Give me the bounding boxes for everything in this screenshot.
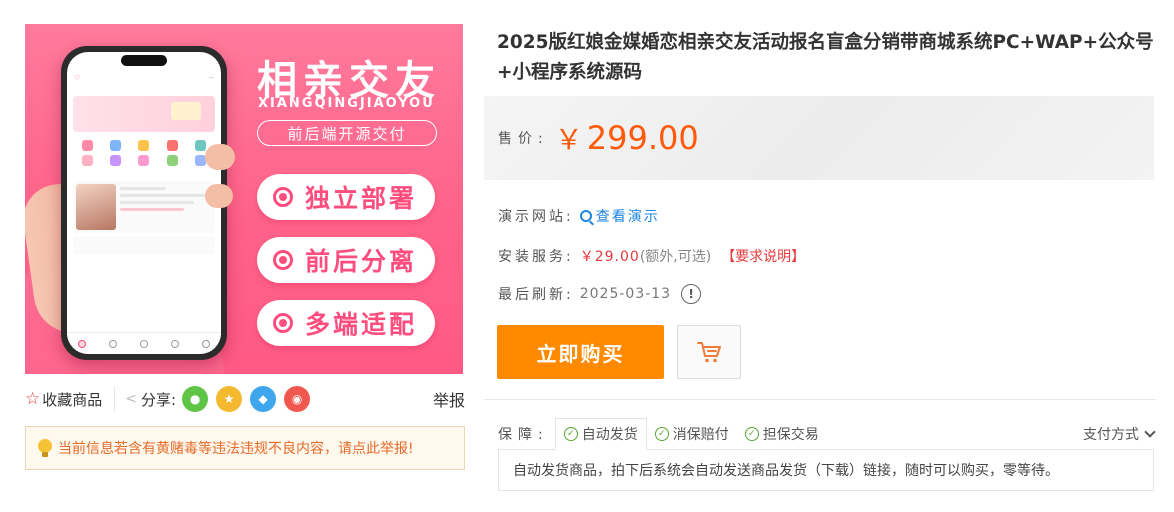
phone-logo-icon: ♡ [74, 74, 81, 82]
feature-label: 多端适配 [305, 310, 418, 339]
demo-link[interactable]: 查看演示 [579, 206, 660, 226]
lightbulb-icon [38, 439, 52, 457]
qzone-share-icon[interactable]: ★ [216, 386, 243, 412]
finger-graphic [205, 144, 235, 170]
radio-dot-icon [273, 250, 293, 270]
chevron-down-icon [1144, 426, 1156, 438]
install-label: 安装服务: [498, 249, 574, 265]
search-icon [579, 210, 592, 222]
phone-mockup: ♡ ⋯ [61, 46, 227, 360]
tab-label: 自动发货 [581, 427, 638, 443]
phone-more-icon: ⋯ [209, 75, 214, 81]
phone-banner [73, 96, 215, 132]
star-icon: ☆ [25, 388, 41, 409]
section-divider [484, 399, 1156, 400]
product-actions: ☆ 收藏商品 < 分享: ● ★ ◆ ◉ 举报 [25, 385, 465, 413]
phone-profile-card [73, 181, 215, 233]
promo-tag: 前后端开源交付 [257, 120, 437, 146]
phone-section-header [67, 170, 221, 178]
phone-notch [121, 55, 167, 66]
wechat-share-icon[interactable]: ● [182, 386, 209, 412]
share-group: < 分享: [125, 389, 176, 410]
add-to-cart-button[interactable] [677, 325, 741, 379]
refresh-row: 最后刷新: 2025-03-13 ! [498, 284, 702, 304]
price-label: 售价: [498, 131, 549, 147]
refresh-date: 2025-03-13 [579, 286, 672, 302]
check-circle-icon: ✓ [563, 427, 578, 441]
qq-share-icon[interactable]: ◆ [250, 386, 277, 412]
divider [114, 386, 116, 412]
feature-pill: 多端适配 [257, 300, 435, 346]
phone-tabs [67, 86, 221, 92]
tab-consumer-protection[interactable]: ✓ 消保赔付 [647, 418, 737, 450]
install-note: (额外,可选) [639, 249, 712, 265]
guarantee-bar: 保障: ✓ 自动发货 ✓ 消保赔付 ✓ 担保交易 支付方式 [498, 418, 1156, 450]
feature-label: 前后分离 [305, 247, 418, 276]
notice-text: 当前信息若含有黄赌毒等违法违规不良内容，请点此举报! [58, 441, 414, 457]
price-value: ￥ 299.00 [555, 118, 699, 158]
tab-label: 消保赔付 [672, 427, 729, 443]
demo-label: 演示网站: [498, 209, 574, 225]
price-box: 售价: ￥ 299.00 [484, 96, 1154, 180]
product-main-image: ♡ ⋯ 相亲交友 XIANGQINGJIAOYOU 前后端开源交付 独立部署 前… [25, 24, 463, 374]
install-requirements-link[interactable]: 【要求说明】 [721, 246, 805, 266]
product-title: 2025版红娘金媒婚恋相亲交友活动报名盲盒分销带商城系统PC+WAP+公众号+小… [497, 32, 1154, 83]
buy-now-button[interactable]: 立即购买 [497, 325, 664, 379]
demo-row: 演示网站: 查看演示 [498, 206, 660, 226]
favorite-label: 收藏商品 [42, 390, 103, 409]
favorite-button[interactable]: ☆ 收藏商品 [25, 389, 102, 410]
radio-dot-icon [273, 313, 293, 333]
phone-app-bar: ♡ ⋯ [67, 70, 221, 86]
report-notice[interactable]: 当前信息若含有黄赌毒等违法违规不良内容，请点此举报! [25, 426, 465, 470]
radio-dot-icon [273, 187, 293, 207]
phone-bottom-nav [67, 332, 221, 354]
finger-graphic [205, 184, 233, 208]
check-circle-icon: ✓ [654, 427, 669, 441]
guarantee-content: 自动发货商品，拍下后系统会自动发送商品发货（下载）链接，随时可以购买，零等待。 [498, 449, 1154, 491]
check-circle-icon: ✓ [744, 427, 759, 441]
report-link[interactable]: 举报 [433, 387, 465, 411]
install-row: 安装服务: ￥29.00 (额外,可选) 【要求说明】 [498, 246, 805, 266]
feature-pill: 独立部署 [257, 174, 435, 220]
tab-label: 担保交易 [762, 427, 819, 443]
currency-symbol: ￥ [554, 123, 583, 156]
share-label: 分享: [141, 390, 177, 409]
feature-label: 独立部署 [305, 184, 418, 213]
phone-icon-grid [67, 136, 221, 170]
payment-method-dropdown[interactable]: 支付方式 [1083, 418, 1156, 450]
tab-auto-delivery[interactable]: ✓ 自动发货 [554, 418, 647, 450]
cart-icon [697, 342, 721, 363]
phone-screen: ♡ ⋯ [67, 52, 221, 354]
demo-link-text: 查看演示 [595, 209, 660, 225]
feature-pill: 前后分离 [257, 237, 435, 283]
refresh-label: 最后刷新: [498, 287, 574, 303]
phone-profile-card-2 [73, 236, 215, 254]
weibo-share-icon[interactable]: ◉ [284, 386, 311, 412]
payment-method-label: 支付方式 [1083, 427, 1139, 443]
tab-escrow-trade[interactable]: ✓ 担保交易 [737, 418, 827, 450]
install-price: ￥29.00 [579, 249, 640, 265]
share-icon: < [125, 391, 137, 407]
profile-photo [76, 184, 116, 230]
guarantee-label: 保障: [498, 427, 549, 443]
promo-pinyin: XIANGQINGJIAOYOU [258, 96, 435, 111]
price-amount: 299.00 [586, 119, 699, 157]
info-icon[interactable]: ! [681, 284, 702, 304]
